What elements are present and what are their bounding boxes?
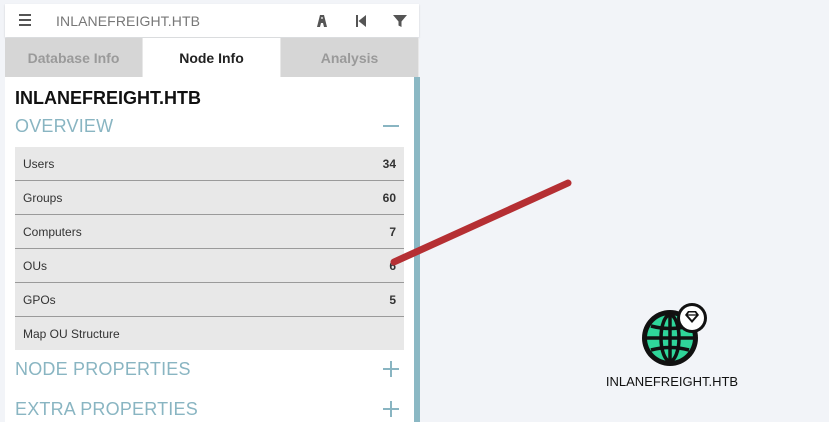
domain-node-label: INLANEFREIGHT.HTB: [605, 374, 739, 389]
domain-node-icon[interactable]: [638, 300, 712, 370]
gem-icon: [677, 303, 707, 333]
